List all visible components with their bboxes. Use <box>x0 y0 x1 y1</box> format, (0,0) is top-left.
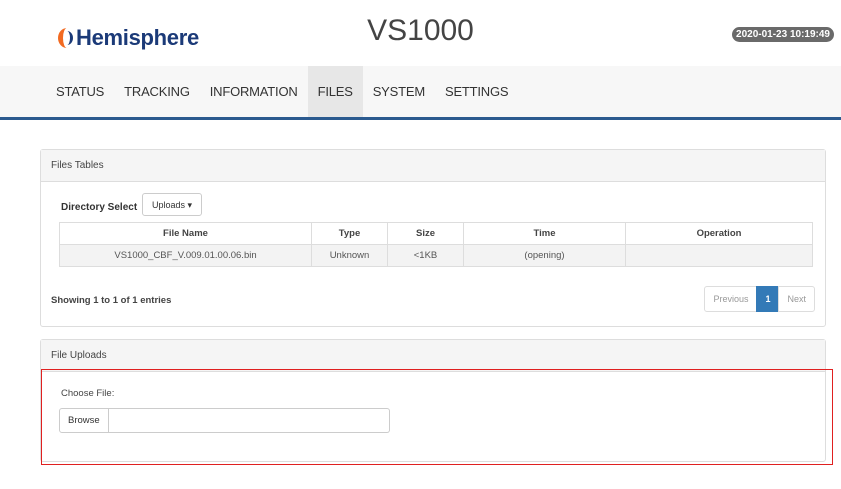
tab-system[interactable]: SYSTEM <box>363 66 435 117</box>
table-header-row: File Name Type Size Time Operation <box>59 222 813 245</box>
next-page-button[interactable]: Next <box>778 286 815 312</box>
tab-tracking[interactable]: TRACKING <box>114 66 200 117</box>
previous-page-button[interactable]: Previous <box>704 286 758 312</box>
caret-down-icon: ▾ <box>187 200 193 210</box>
cell-type: Unknown <box>311 244 388 267</box>
column-header-operation[interactable]: Operation <box>625 222 813 245</box>
cell-size: <1KB <box>387 244 464 267</box>
main-nav: STATUS TRACKING INFORMATION FILES SYSTEM… <box>0 66 841 120</box>
cell-time: (opening) <box>463 244 626 267</box>
files-table: File Name Type Size Time Operation VS100… <box>59 222 813 267</box>
column-header-size[interactable]: Size <box>387 222 464 245</box>
tab-files[interactable]: FILES <box>307 66 363 117</box>
column-header-type[interactable]: Type <box>311 222 388 245</box>
files-tables-heading: Files Tables <box>41 150 825 182</box>
directory-dropdown-value: Uploads <box>151 200 185 210</box>
pagination: Previous 1 Next <box>704 286 815 312</box>
tab-information[interactable]: INFORMATION <box>200 66 308 117</box>
entries-info: Showing 1 to 1 of 1 entries <box>51 295 172 306</box>
page-title: VS1000 <box>367 14 474 47</box>
app-header: Hemisphere VS1000 2020-01-23 10:19:49 <box>0 0 841 66</box>
cell-file-name: VS1000_CBF_V.009.01.00.06.bin <box>59 244 312 267</box>
column-header-file-name[interactable]: File Name <box>59 222 312 245</box>
timestamp-badge: 2020-01-23 10:19:49 <box>732 27 834 42</box>
column-header-time[interactable]: Time <box>463 222 626 245</box>
highlight-box <box>41 369 833 465</box>
files-tables-panel: Files Tables Directory Select Uploads ▾ … <box>40 149 826 327</box>
file-uploads-heading: File Uploads <box>41 340 825 372</box>
page-1-button[interactable]: 1 <box>756 286 780 312</box>
cell-operation <box>625 244 813 267</box>
tab-settings[interactable]: SETTINGS <box>435 66 518 117</box>
directory-select-label: Directory Select <box>61 202 138 213</box>
tab-status[interactable]: STATUS <box>46 66 114 117</box>
table-row[interactable]: VS1000_CBF_V.009.01.00.06.bin Unknown <1… <box>59 244 813 267</box>
directory-dropdown[interactable]: Uploads ▾ <box>142 193 202 216</box>
